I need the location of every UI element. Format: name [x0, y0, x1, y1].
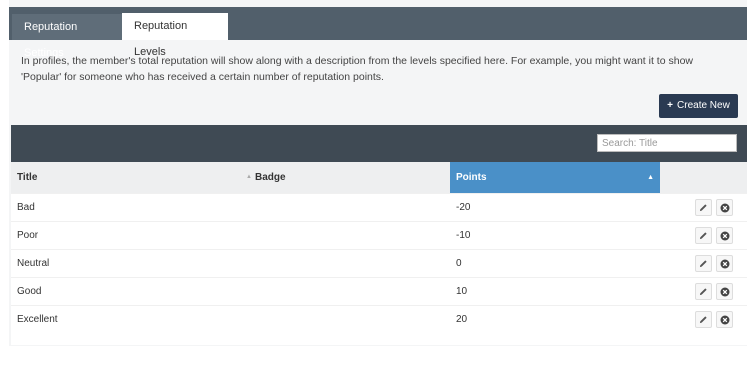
delete-button[interactable]	[716, 311, 733, 328]
table-header: Title ▲ Badge Points ▲	[11, 162, 747, 193]
cell-title: Excellent	[17, 314, 58, 325]
close-circle-icon	[717, 231, 732, 241]
create-new-label: Create New	[677, 100, 730, 111]
cell-points: 0	[456, 258, 462, 269]
cell-points: -20	[456, 202, 471, 213]
content-frame: Reputation Settings Reputation Levels In…	[9, 0, 747, 346]
cell-title: Poor	[17, 230, 39, 241]
column-header-title[interactable]: Title ▲	[11, 162, 252, 193]
cell-title: Bad	[17, 202, 35, 213]
create-new-button[interactable]: + Create New	[659, 94, 738, 118]
sort-ascending-icon: ▲	[647, 174, 654, 181]
pencil-icon	[696, 287, 711, 296]
cell-title: Neutral	[17, 258, 50, 269]
table-row: Good 10	[11, 277, 747, 305]
cell-points: 10	[456, 286, 468, 297]
search-input[interactable]	[597, 134, 737, 152]
close-circle-icon	[717, 287, 732, 297]
tab-bar: Reputation Settings Reputation Levels	[9, 7, 747, 59]
tab-reputation-settings[interactable]: Reputation Settings	[12, 14, 122, 59]
column-header-badge[interactable]: Badge	[249, 162, 449, 193]
edit-button[interactable]	[695, 311, 712, 328]
close-circle-icon	[717, 315, 732, 325]
table-toolbar	[11, 125, 747, 162]
column-header-title-label: Title	[17, 172, 38, 183]
table-row: Poor -10	[11, 221, 747, 249]
pencil-icon	[696, 315, 711, 324]
column-header-badge-label: Badge	[255, 172, 286, 183]
pencil-icon	[696, 203, 711, 212]
edit-button[interactable]	[695, 283, 712, 300]
edit-button[interactable]	[695, 199, 712, 216]
tab-reputation-levels[interactable]: Reputation Levels	[122, 13, 228, 58]
plus-icon: +	[667, 100, 674, 111]
delete-button[interactable]	[716, 227, 733, 244]
delete-button[interactable]	[716, 255, 733, 272]
close-circle-icon	[717, 259, 732, 269]
table-row: Neutral 0	[11, 249, 747, 277]
table-row: Bad -20	[11, 193, 747, 221]
cell-points: -10	[456, 230, 471, 241]
pencil-icon	[696, 259, 711, 268]
column-header-points[interactable]: Points ▲	[450, 162, 660, 193]
delete-button[interactable]	[716, 283, 733, 300]
column-header-points-label: Points	[456, 172, 487, 183]
table-body: Bad -20 Poor -10 Neutral 0 Good 10 Excellent 20	[11, 193, 747, 333]
edit-button[interactable]	[695, 255, 712, 272]
delete-button[interactable]	[716, 199, 733, 216]
pencil-icon	[696, 231, 711, 240]
page-description: In profiles, the member's total reputati…	[21, 55, 693, 83]
cell-title: Good	[17, 286, 42, 297]
table-footer	[11, 333, 747, 345]
levels-table: Title ▲ Badge Points ▲ Bad -20 Poor -10 Neut…	[11, 162, 747, 345]
close-circle-icon	[717, 203, 732, 213]
cell-points: 20	[456, 314, 468, 325]
table-row: Excellent 20	[11, 305, 747, 333]
edit-button[interactable]	[695, 227, 712, 244]
